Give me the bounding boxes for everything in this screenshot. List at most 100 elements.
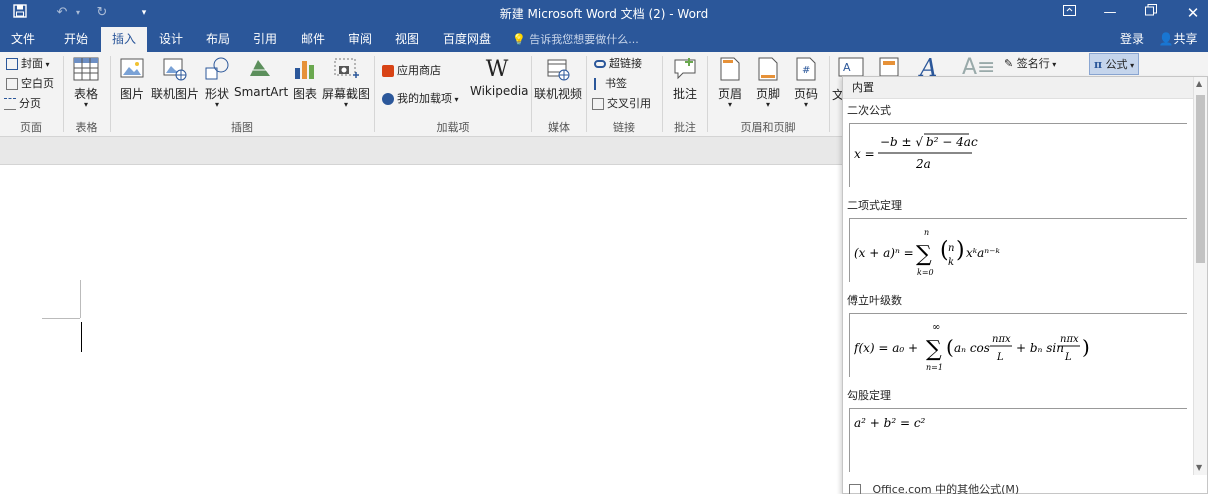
- page-number-button[interactable]: # 页码 ▾: [789, 56, 823, 109]
- online-video-button[interactable]: 联机视频: [534, 56, 582, 102]
- tab-references[interactable]: 引用: [242, 27, 288, 52]
- svg-text:n: n: [924, 228, 929, 237]
- tell-me-text: 告诉我您想要做什么...: [529, 33, 639, 46]
- store-button[interactable]: 应用商店: [382, 62, 441, 80]
- fourier-series-item[interactable]: f(x) = a₀ + ∞ ∑ n=1 ( aₙ cos nπx L + bₙ …: [849, 313, 1187, 377]
- svg-text:nπx: nπx: [992, 334, 1011, 345]
- svg-text:k=0: k=0: [917, 268, 934, 277]
- picture-icon: [116, 56, 148, 85]
- cross-reference-button[interactable]: 交叉引用: [592, 95, 651, 113]
- tab-mailings[interactable]: 邮件: [290, 27, 336, 52]
- title-bar: ↶ ▾ ↻ ▾ 新建 Microsoft Word 文档 (2) - Word …: [0, 0, 1208, 27]
- comment-icon: [667, 56, 703, 85]
- picture-button[interactable]: 图片: [116, 56, 148, 102]
- close-icon[interactable]: ✕: [1180, 4, 1206, 22]
- online-picture-button[interactable]: 联机图片: [150, 56, 200, 102]
- ribbon-display-icon[interactable]: [1056, 4, 1082, 22]
- equation-button[interactable]: π 公式 ▾: [1089, 53, 1140, 75]
- text-cursor: [81, 322, 82, 352]
- tab-review[interactable]: 审阅: [337, 27, 383, 52]
- restore-icon[interactable]: [1138, 4, 1164, 22]
- wikipedia-icon: W: [485, 57, 509, 82]
- hyperlink-icon: [594, 60, 606, 68]
- cross-reference-icon: [592, 98, 604, 110]
- gallery-scrollbar[interactable]: ▲ ▼: [1193, 77, 1207, 475]
- fourier-series: f(x) = a₀ + ∞ ∑ n=1 ( aₙ cos nπx L + bₙ …: [854, 322, 1090, 372]
- tables-group-label: 表格: [75, 121, 98, 134]
- scroll-up-icon[interactable]: ▲: [1196, 79, 1202, 88]
- equation-name: 傅立叶级数: [847, 294, 902, 307]
- equation-name: 二次公式: [847, 104, 891, 117]
- links-group-label: 链接: [613, 121, 635, 134]
- svg-text:n=1: n=1: [926, 363, 943, 372]
- quadratic-formula-item[interactable]: x = −b ± √ b² − 4ac 2a: [849, 123, 1187, 187]
- scrollbar-thumb[interactable]: [1196, 95, 1205, 263]
- group-separator: [662, 56, 663, 132]
- group-separator: [707, 56, 708, 132]
- more-equations-link[interactable]: Office.com 中的其他公式(M): [843, 481, 1207, 494]
- svg-text:): ): [1082, 335, 1090, 359]
- document-canvas[interactable]: [0, 166, 842, 494]
- chart-button[interactable]: 图表: [289, 56, 321, 102]
- tab-baidu-netdisk[interactable]: 百度网盘: [436, 27, 498, 52]
- equation-gallery: 内置 二次公式 x = −b ± √ b² − 4ac 2a 二项式定理 (x …: [842, 76, 1208, 494]
- svg-text:∑: ∑: [916, 242, 932, 267]
- margin-corner-mark: [42, 318, 80, 319]
- ribbon-tab-row: 文件 开始 插入 设计 布局 引用 邮件 审阅 视图 百度网盘 💡 告诉我您想要…: [0, 27, 1208, 52]
- cover-page-button[interactable]: 封面 ▾: [6, 55, 50, 73]
- group-separator: [374, 56, 375, 132]
- tab-view[interactable]: 视图: [384, 27, 430, 52]
- signature-icon: ✎: [1004, 57, 1014, 70]
- svg-text:k: k: [948, 257, 954, 268]
- page-break-icon: [4, 98, 16, 110]
- svg-text:2a: 2a: [915, 157, 931, 171]
- header-icon: [713, 56, 747, 85]
- signature-line-button[interactable]: ✎ 签名行 ▾: [1004, 55, 1056, 73]
- tell-me-box[interactable]: 💡 告诉我您想要做什么...: [512, 27, 639, 52]
- binomial-theorem-item[interactable]: (x + a)ⁿ = n ∑ k=0 ( n k ) xᵏaⁿ⁻ᵏ: [849, 218, 1187, 282]
- page-break-button[interactable]: 分页: [4, 95, 41, 113]
- shapes-icon: [202, 56, 232, 85]
- header-button[interactable]: 页眉 ▾: [713, 56, 747, 109]
- header-footer-group-label: 页眉和页脚: [740, 121, 796, 134]
- svg-text:−b ± √: −b ± √: [880, 135, 923, 149]
- minimize-icon[interactable]: —: [1097, 4, 1123, 22]
- group-separator: [586, 56, 587, 132]
- tab-layout[interactable]: 布局: [195, 27, 241, 52]
- tab-design[interactable]: 设计: [148, 27, 194, 52]
- tab-home[interactable]: 开始: [53, 27, 99, 52]
- window-title: 新建 Microsoft Word 文档 (2) - Word: [499, 7, 709, 21]
- scroll-down-icon[interactable]: ▼: [1196, 463, 1202, 472]
- svg-text:A: A: [843, 61, 851, 74]
- pythagorean-theorem-item[interactable]: a² + b² = c²: [849, 408, 1187, 472]
- comment-button[interactable]: 批注: [667, 56, 703, 102]
- shapes-button[interactable]: 形状 ▾: [202, 56, 232, 109]
- online-picture-icon: [150, 56, 200, 85]
- addins-icon: [382, 93, 394, 105]
- wikipedia-button[interactable]: W Wikipedia: [470, 56, 529, 98]
- table-button[interactable]: 表格 ▾: [66, 56, 106, 109]
- svg-text:): ): [956, 238, 965, 263]
- group-separator: [110, 56, 111, 132]
- lightbulb-icon: 💡: [512, 33, 526, 46]
- share-button[interactable]: 👤共享: [1152, 27, 1204, 52]
- illustrations-group-label: 插图: [231, 121, 253, 134]
- screenshot-icon: [322, 56, 370, 85]
- tab-insert[interactable]: 插入: [101, 27, 147, 52]
- blank-page-button[interactable]: 空白页: [6, 75, 54, 93]
- addins-group-label: 加载项: [436, 121, 470, 134]
- screenshot-button[interactable]: 屏幕截图 ▾: [322, 56, 370, 109]
- equation-name: 勾股定理: [847, 389, 891, 402]
- tab-file[interactable]: 文件: [0, 27, 46, 52]
- hyperlink-button[interactable]: 超链接: [594, 55, 642, 73]
- margin-corner-mark: [80, 280, 81, 318]
- svg-text:aₙ cos: aₙ cos: [954, 341, 990, 355]
- sign-in-link[interactable]: 登录: [1112, 27, 1152, 52]
- footer-button[interactable]: 页脚 ▾: [751, 56, 785, 109]
- bookmark-button[interactable]: 书签: [594, 75, 627, 93]
- svg-text:(: (: [946, 335, 954, 359]
- smartart-button[interactable]: SmartArt: [234, 56, 288, 99]
- smartart-icon: [234, 56, 286, 85]
- my-addins-button[interactable]: 我的加载项 ▾: [382, 90, 459, 108]
- svg-text:b² − 4ac: b² − 4ac: [926, 135, 978, 149]
